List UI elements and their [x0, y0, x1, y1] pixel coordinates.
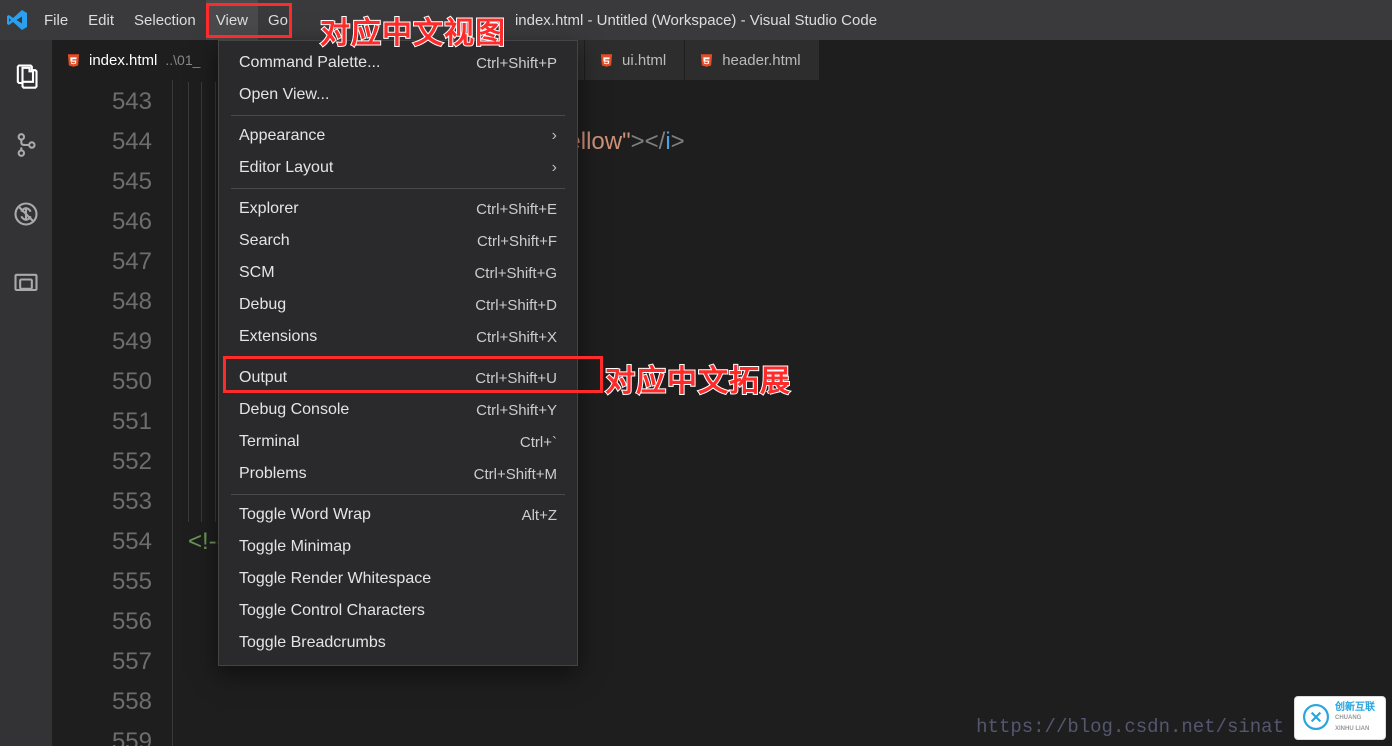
- menu-item-extensions[interactable]: ExtensionsCtrl+Shift+X: [219, 321, 577, 353]
- menu-item-output[interactable]: OutputCtrl+Shift+U: [219, 362, 577, 394]
- annotation-label-extensions: 对应中文拓展: [605, 356, 791, 400]
- menu-item-scm[interactable]: SCMCtrl+Shift+G: [219, 257, 577, 289]
- line-number: 547: [52, 242, 152, 282]
- annotation-label-view: 对应中文视图: [320, 8, 506, 52]
- line-number: 555: [52, 562, 152, 602]
- line-number: 548: [52, 282, 152, 322]
- tab-ui-html[interactable]: ui.html: [585, 40, 685, 80]
- title-bar: index.html - Untitled (Workspace) - Visu…: [0, 0, 1392, 40]
- menu-view[interactable]: View: [206, 0, 258, 40]
- chevron-right-icon: ›: [552, 159, 557, 177]
- menu-bar: FileEditSelectionViewGo: [0, 0, 298, 40]
- menu-item-debug-console[interactable]: Debug ConsoleCtrl+Shift+Y: [219, 394, 577, 426]
- debug-disabled-icon[interactable]: [12, 200, 40, 233]
- menu-selection[interactable]: Selection: [124, 0, 206, 40]
- line-number: 558: [52, 682, 152, 722]
- line-number: 550: [52, 362, 152, 402]
- line-number: 553: [52, 482, 152, 522]
- line-number: 545: [52, 162, 152, 202]
- menu-item-toggle-minimap[interactable]: Toggle Minimap: [219, 531, 577, 563]
- menu-file[interactable]: File: [34, 0, 78, 40]
- menu-item-debug[interactable]: DebugCtrl+Shift+D: [219, 289, 577, 321]
- menu-edit[interactable]: Edit: [78, 0, 124, 40]
- line-number: 544: [52, 122, 152, 162]
- line-number: 543: [52, 82, 152, 122]
- line-number: 554: [52, 522, 152, 562]
- line-number: 546: [52, 202, 152, 242]
- menu-separator: [231, 357, 565, 358]
- source-control-icon[interactable]: [12, 131, 40, 164]
- explorer-icon[interactable]: [12, 62, 40, 95]
- menu-item-appearance[interactable]: Appearance›: [219, 120, 577, 152]
- menu-separator: [231, 494, 565, 495]
- line-number: 559: [52, 722, 152, 746]
- line-number: 556: [52, 602, 152, 642]
- line-number: 551: [52, 402, 152, 442]
- menu-item-toggle-breadcrumbs[interactable]: Toggle Breadcrumbs: [219, 627, 577, 659]
- menu-item-search[interactable]: SearchCtrl+Shift+F: [219, 225, 577, 257]
- menu-item-editor-layout[interactable]: Editor Layout›: [219, 152, 577, 184]
- menu-item-explorer[interactable]: ExplorerCtrl+Shift+E: [219, 193, 577, 225]
- line-number: 549: [52, 322, 152, 362]
- menu-separator: [231, 188, 565, 189]
- view-menu-dropdown: Command Palette...Ctrl+Shift+POpen View.…: [218, 40, 578, 666]
- screencast-icon[interactable]: [12, 269, 40, 302]
- brand-badge: 创新互联CHUANG XINHU LIAN: [1294, 696, 1386, 740]
- line-number: 552: [52, 442, 152, 482]
- vscode-icon: [0, 0, 34, 40]
- tab-header-html[interactable]: header.html: [685, 40, 819, 80]
- chevron-right-icon: ›: [552, 127, 557, 145]
- watermark-url: https://blog.csdn.net/sinat: [976, 716, 1284, 738]
- menu-item-terminal[interactable]: TerminalCtrl+`: [219, 426, 577, 458]
- menu-item-toggle-word-wrap[interactable]: Toggle Word WrapAlt+Z: [219, 499, 577, 531]
- menu-item-problems[interactable]: ProblemsCtrl+Shift+M: [219, 458, 577, 490]
- menu-item-toggle-control-characters[interactable]: Toggle Control Characters: [219, 595, 577, 627]
- tab-index-html[interactable]: index.html..\01_: [52, 40, 219, 80]
- activity-bar: [0, 40, 52, 746]
- line-number: 557: [52, 642, 152, 682]
- menu-separator: [231, 115, 565, 116]
- menu-item-toggle-render-whitespace[interactable]: Toggle Render Whitespace: [219, 563, 577, 595]
- menu-item-open-view-[interactable]: Open View...: [219, 79, 577, 111]
- menu-go[interactable]: Go: [258, 0, 298, 40]
- line-number-gutter: 5435445455465475485495505515525535545555…: [52, 80, 172, 746]
